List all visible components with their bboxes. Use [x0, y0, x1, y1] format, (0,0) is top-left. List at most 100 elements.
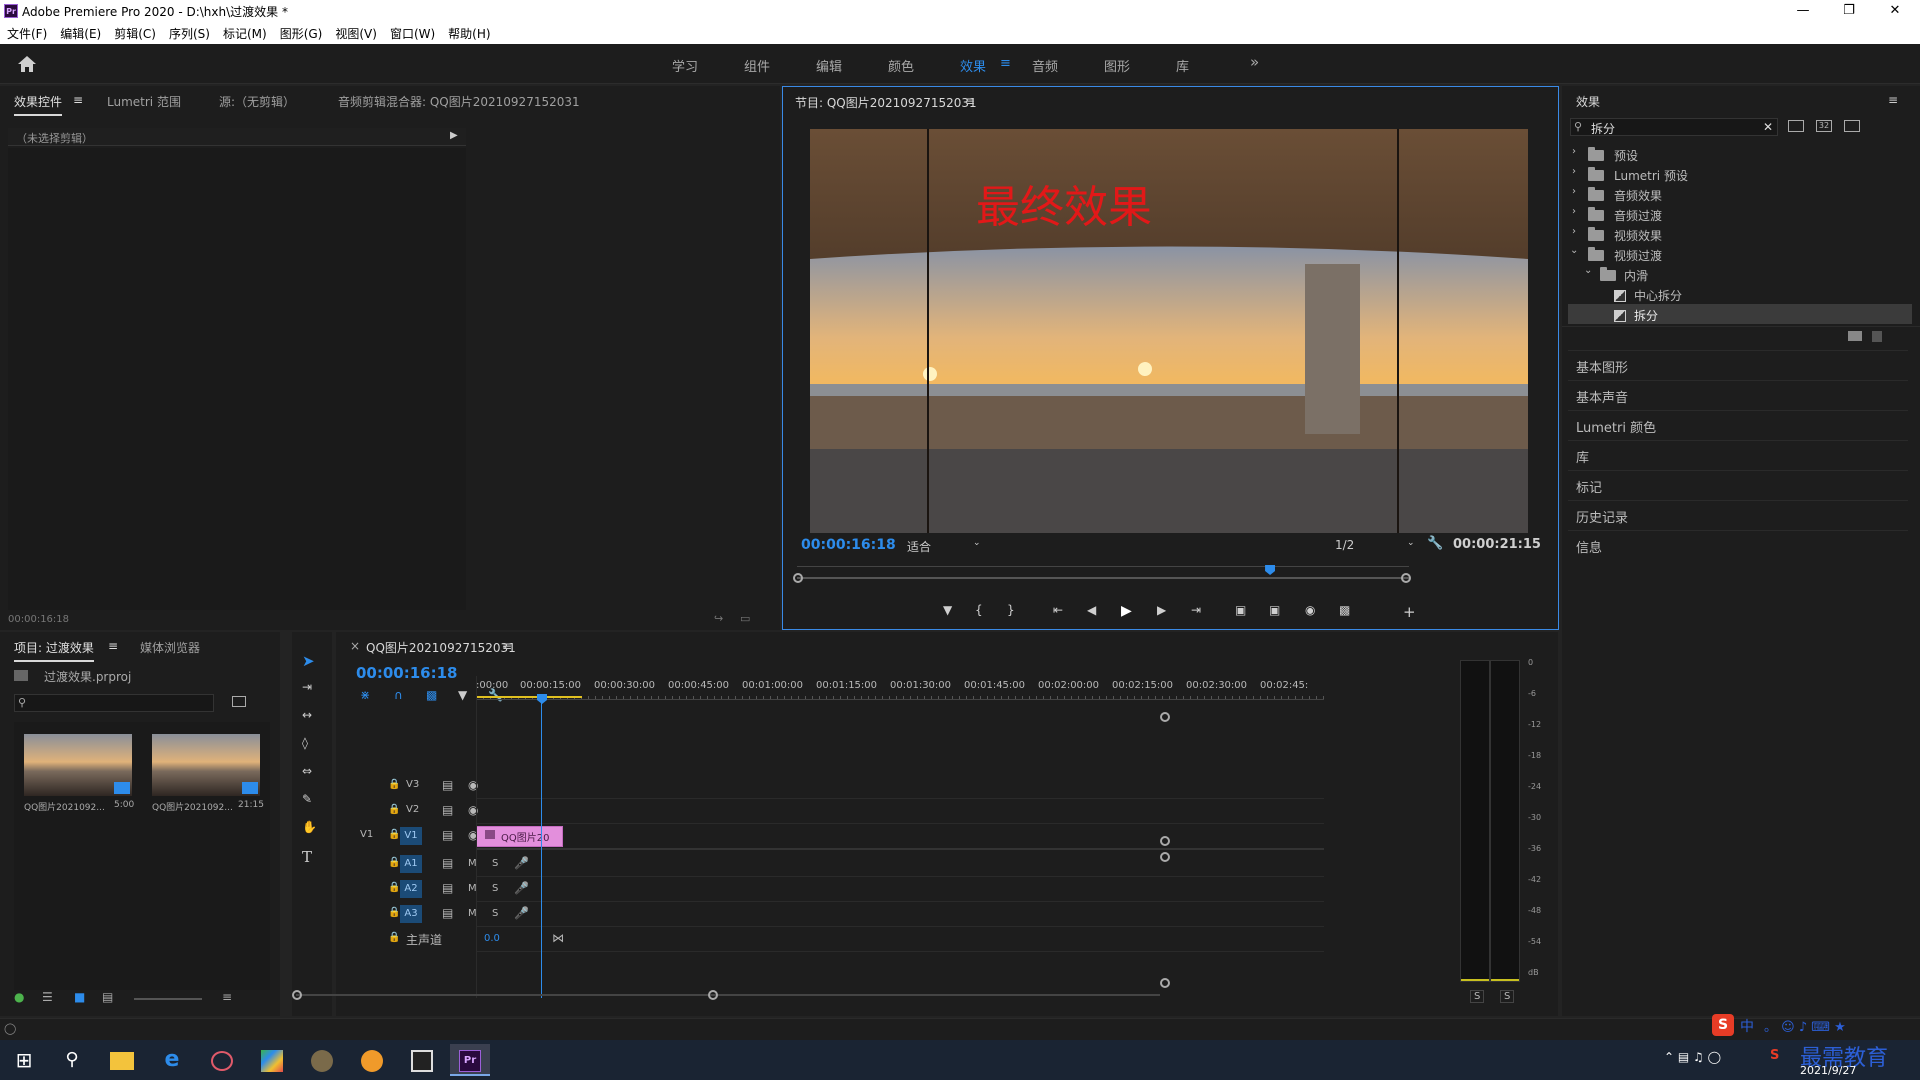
microphone-icon[interactable]: 🎤: [514, 856, 529, 870]
tree-item-presets[interactable]: › 预设: [1562, 144, 1920, 164]
track-lock-icon[interactable]: 🔒: [388, 829, 400, 840]
pen-tool-icon[interactable]: ✎: [302, 792, 312, 806]
solo-left-button[interactable]: S: [1470, 990, 1485, 1003]
audio-scroll-handle[interactable]: [1160, 852, 1170, 862]
solo-button[interactable]: S: [492, 908, 498, 919]
mark-out-icon[interactable]: }: [1007, 603, 1015, 617]
app-icon[interactable]: [202, 1044, 242, 1076]
tree-item-slide[interactable]: ⌄ 内滑: [1562, 264, 1920, 284]
expand-icon[interactable]: ›: [1572, 146, 1576, 157]
ime-mode[interactable]: 中: [1740, 1016, 1754, 1036]
timeline-clip[interactable]: QQ图片20: [476, 826, 563, 847]
menu-window[interactable]: 窗口(W): [383, 22, 441, 42]
minimize-icon[interactable]: —: [1780, 0, 1826, 22]
work-area-bar[interactable]: [476, 696, 582, 698]
expand-icon[interactable]: ›: [1572, 166, 1576, 177]
project-thumbnail[interactable]: [152, 734, 260, 796]
sync-lock-icon[interactable]: ▤: [442, 906, 453, 920]
project-thumbnail[interactable]: [24, 734, 132, 796]
project-search-input[interactable]: ⚲: [14, 694, 214, 712]
expand-arrow-icon[interactable]: ▶: [450, 130, 458, 141]
scroll-handle-right[interactable]: [708, 990, 718, 1000]
go-to-end-icon[interactable]: ⋈: [552, 931, 564, 945]
program-scrub-bar[interactable]: [797, 577, 1409, 579]
section-essential-sound[interactable]: 基本声音: [1568, 380, 1908, 410]
workspace-learn[interactable]: 学习: [672, 56, 698, 75]
browser-icon[interactable]: [352, 1044, 392, 1076]
expand-icon[interactable]: ›: [1572, 206, 1576, 217]
section-libraries[interactable]: 库: [1568, 440, 1908, 470]
horizontal-scrollbar[interactable]: [296, 994, 1160, 996]
start-icon[interactable]: ⊞: [4, 1044, 44, 1076]
thumbnail-size-slider[interactable]: [134, 998, 202, 1000]
file-explorer-icon[interactable]: [102, 1044, 142, 1076]
workspace-libraries[interactable]: 库: [1176, 56, 1189, 75]
menu-view[interactable]: 视图(V): [328, 22, 383, 42]
effects-search-input[interactable]: 拆分: [1591, 120, 1615, 137]
program-ruler[interactable]: [797, 559, 1409, 567]
track-lock-icon[interactable]: 🔒: [388, 932, 400, 943]
tab-menu-icon[interactable]: ≡: [73, 93, 83, 107]
tree-item-audio-effects[interactable]: › 音频效果: [1562, 184, 1920, 204]
track-lock-icon[interactable]: 🔒: [388, 882, 400, 893]
play-icon[interactable]: ▶: [1121, 603, 1132, 619]
menu-graphics[interactable]: 图形(G): [273, 22, 329, 42]
ime-icons[interactable]: 。 ☺ ♪ ⌨ ★: [1764, 1016, 1846, 1035]
tab-source[interactable]: 源:（无剪辑）: [219, 93, 295, 110]
tree-item-center-split[interactable]: 中心拆分: [1562, 284, 1920, 304]
timeline-timecode[interactable]: 00:00:16:18: [356, 664, 458, 682]
workspace-audio[interactable]: 音频: [1032, 56, 1058, 75]
tree-item-audio-transitions[interactable]: › 音频过渡: [1562, 204, 1920, 224]
selection-tool-icon[interactable]: ➤: [302, 652, 315, 670]
microphone-icon[interactable]: 🎤: [514, 906, 529, 920]
color-app-icon[interactable]: [252, 1044, 292, 1076]
program-timecode[interactable]: 00:00:16:18: [801, 537, 896, 553]
menu-marker[interactable]: 标记(M): [216, 22, 273, 42]
track-select-tool-icon[interactable]: ⇥: [302, 680, 312, 694]
sogou-tray-icon[interactable]: S: [1770, 1048, 1779, 1063]
linked-selection-icon[interactable]: ▩: [426, 688, 437, 702]
tab-effect-controls[interactable]: 效果控件: [14, 93, 63, 116]
collapse-icon[interactable]: ⌄: [1584, 265, 1592, 276]
source-patch[interactable]: V1: [360, 829, 373, 840]
expand-icon[interactable]: ›: [1572, 226, 1576, 237]
track-target-a2[interactable]: A2: [400, 880, 422, 898]
32bit-effects-icon[interactable]: 32: [1816, 120, 1832, 132]
program-playhead[interactable]: [1265, 565, 1276, 575]
timeline-tab[interactable]: QQ图片20210927152031: [366, 639, 516, 656]
photos-icon[interactable]: [402, 1044, 442, 1076]
resolution-select[interactable]: 1/2: [1335, 538, 1354, 552]
razor-tool-icon[interactable]: ◊: [302, 736, 308, 750]
type-tool-icon[interactable]: T: [302, 848, 312, 866]
wrench-icon[interactable]: 🔧: [1427, 536, 1443, 551]
tree-item-split-selected[interactable]: 拆分: [1568, 304, 1912, 324]
tray-icons[interactable]: ⌃ ▤ ♫ ◯: [1664, 1050, 1721, 1064]
tab-project[interactable]: 项目: 过渡效果: [14, 639, 94, 662]
mark-in-icon[interactable]: {: [975, 603, 983, 617]
home-icon[interactable]: [16, 54, 38, 74]
delete-icon[interactable]: [1872, 331, 1882, 342]
track-lock-icon[interactable]: 🔒: [388, 779, 400, 790]
video-scroll-handle[interactable]: [1160, 712, 1170, 722]
photo-app-icon[interactable]: [302, 1044, 342, 1076]
extract-icon[interactable]: ▣: [1269, 603, 1280, 617]
camera-icon[interactable]: ◉: [1305, 603, 1315, 617]
new-bin-icon[interactable]: [1848, 331, 1862, 341]
add-marker-icon[interactable]: ▼: [943, 603, 952, 617]
menu-help[interactable]: 帮助(H): [441, 22, 496, 42]
solo-button[interactable]: S: [492, 858, 498, 869]
more-workspaces-icon[interactable]: »: [1250, 53, 1259, 71]
effects-search-box[interactable]: ⚲ 拆分 ✕: [1570, 118, 1778, 136]
menu-clip[interactable]: 剪辑(C): [107, 22, 162, 42]
microphone-icon[interactable]: 🎤: [514, 881, 529, 895]
video-scroll-handle[interactable]: [1160, 836, 1170, 846]
tree-item-lumetri-presets[interactable]: › Lumetri 预设: [1562, 164, 1920, 184]
hand-tool-icon[interactable]: ✋: [302, 820, 317, 834]
go-to-in-icon[interactable]: ⇤: [1053, 603, 1063, 617]
master-volume-value[interactable]: 0.0: [484, 933, 500, 944]
tab-audio-clip-mixer[interactable]: 音频剪辑混合器: QQ图片20210927152031: [338, 93, 580, 110]
add-button-icon[interactable]: +: [1403, 603, 1416, 621]
section-lumetri-color[interactable]: Lumetri 颜色: [1568, 410, 1908, 440]
nest-icon[interactable]: ⋇: [360, 688, 370, 702]
tree-item-video-effects[interactable]: › 视频效果: [1562, 224, 1920, 244]
